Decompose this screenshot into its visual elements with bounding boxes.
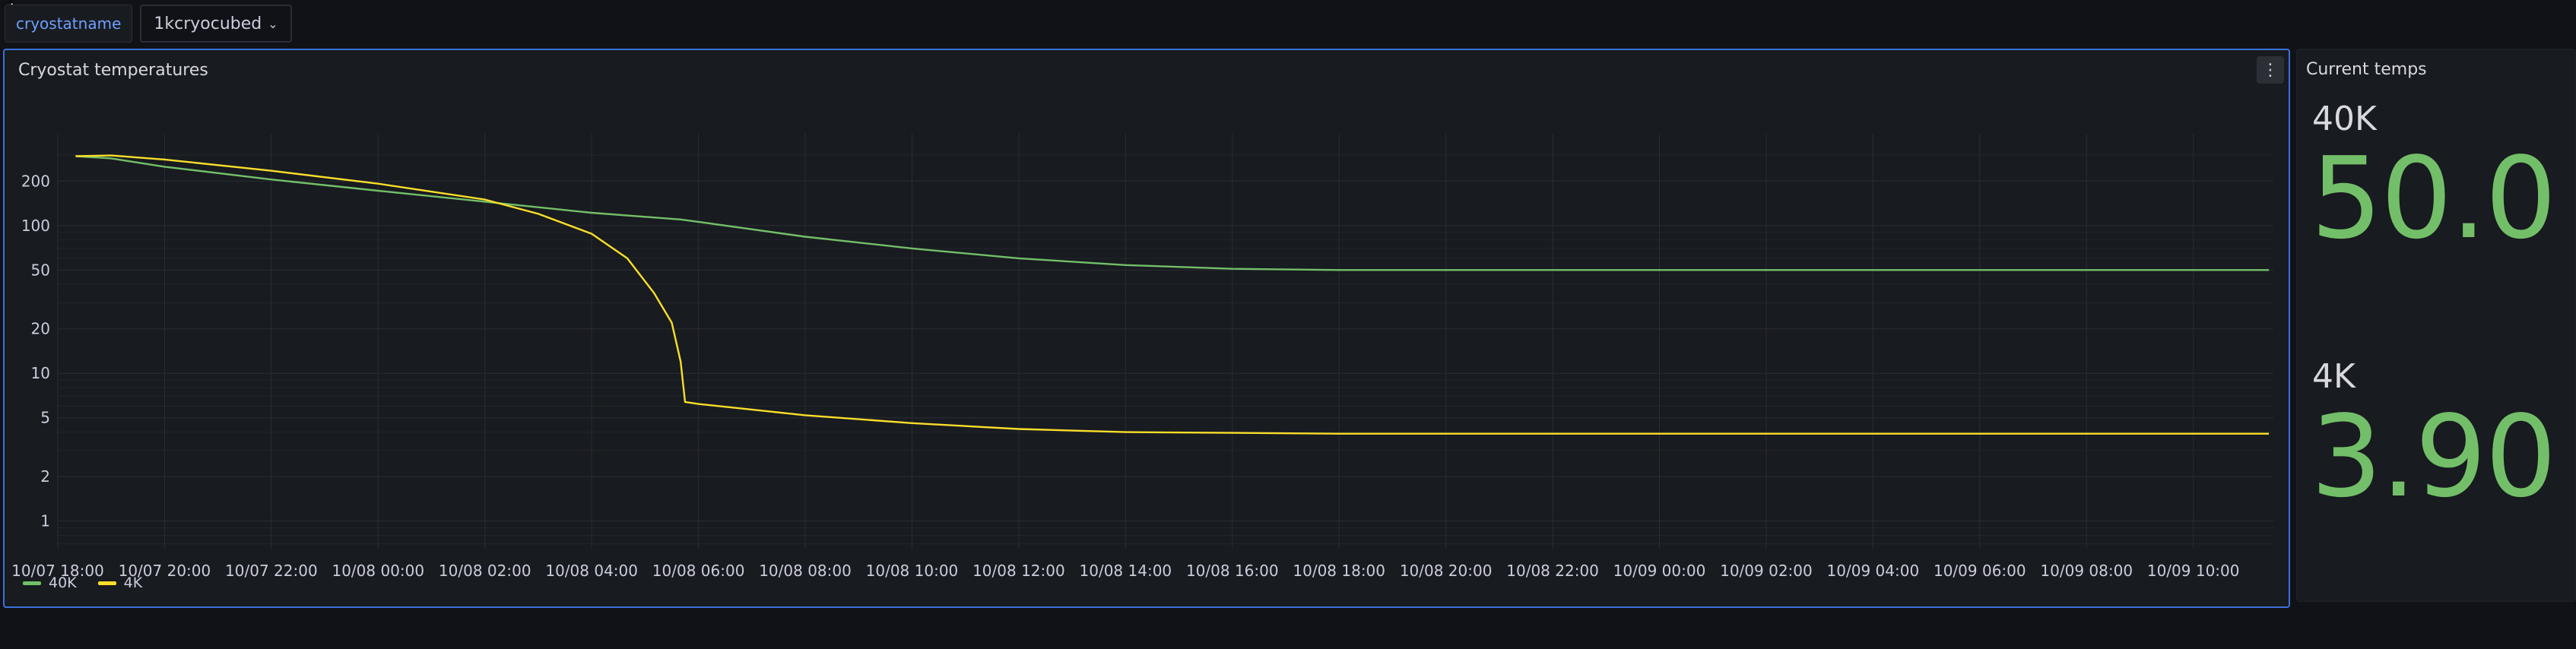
y-tick-label: 10 [31, 364, 50, 382]
x-tick-label: 10/08 16:00 [1186, 562, 1279, 580]
x-tick-label: 10/08 04:00 [545, 562, 638, 580]
x-tick-label: 10/08 14:00 [1080, 562, 1172, 580]
x-tick-label: 10/08 00:00 [332, 562, 424, 580]
x-tick-label: 10/08 10:00 [866, 562, 959, 580]
x-tick-label: 10/09 08:00 [2040, 562, 2133, 580]
y-tick-label: 5 [40, 409, 50, 427]
panel-title: Cryostat temperatures [18, 61, 208, 80]
x-tick-label: 10/09 10:00 [2147, 562, 2240, 580]
y-tick-label: 1 [40, 512, 50, 530]
chevron-down-icon: ⌄ [268, 16, 278, 31]
legend-swatch [97, 581, 116, 585]
x-tick-label: 10/08 08:00 [759, 562, 852, 580]
legend-item-4k[interactable]: 4K [97, 575, 143, 591]
y-tick-label: 2 [40, 467, 50, 486]
y-tick-label: 200 [21, 172, 50, 190]
series-line-4k [75, 154, 2270, 435]
x-tick-label: 10/08 12:00 [972, 562, 1065, 580]
legend-item-40k[interactable]: 40K [23, 575, 77, 591]
legend-swatch [23, 581, 41, 585]
x-tick-label: 10/07 22:00 [225, 562, 318, 580]
y-tick-label: 100 [21, 217, 50, 235]
timeseries-chart: 12510205010020010/07 18:00 10/07 20:00 10/… [11, 134, 2273, 580]
panel-title: Current temps [2306, 60, 2427, 79]
variable-value: 1kcryocubed [154, 14, 262, 33]
x-tick-label: 10/08 20:00 [1400, 562, 1493, 580]
x-tick-label: 10/08 22:00 [1506, 562, 1599, 580]
legend: 40K 4K [23, 575, 142, 591]
x-tick-label: 10/08 02:00 [439, 562, 531, 580]
x-tick-label: 10/09 06:00 [1934, 562, 2026, 580]
legend-label: 4K [123, 575, 143, 591]
chart-panel[interactable]: Cryostat temperatures ⋮ 1 2 5 10 20 50 100 200 1… [3, 49, 2290, 608]
y-tick-label: 20 [31, 320, 50, 338]
x-tick-label: 10/09 00:00 [1613, 562, 1706, 580]
kebab-menu-icon[interactable]: ⋮ [2257, 56, 2284, 84]
x-tick-label: 10/09 04:00 [1827, 562, 1920, 580]
stat-panel[interactable]: Current temps 40K 50.0 4K 3.90 [2296, 49, 2576, 602]
variable-bar: cryostatname 1kcryocubed ⌄ [5, 5, 292, 43]
stat-value-4k: 3.90 [2311, 391, 2557, 522]
x-tick-label: 10/08 06:00 [652, 562, 745, 580]
y-tick-label: 50 [31, 261, 50, 279]
series-line-40k [75, 155, 2270, 271]
x-tick-label: 10/08 18:00 [1293, 562, 1385, 580]
stat-value-40k: 50.0 [2311, 133, 2557, 264]
x-tick-label: 10/09 02:00 [1720, 562, 1813, 580]
legend-label: 40K [49, 575, 77, 591]
variable-dropdown[interactable]: 1kcryocubed ⌄ [140, 5, 292, 43]
stat-label-4k: 4K [2312, 357, 2356, 396]
variable-label: cryostatname [5, 5, 133, 43]
